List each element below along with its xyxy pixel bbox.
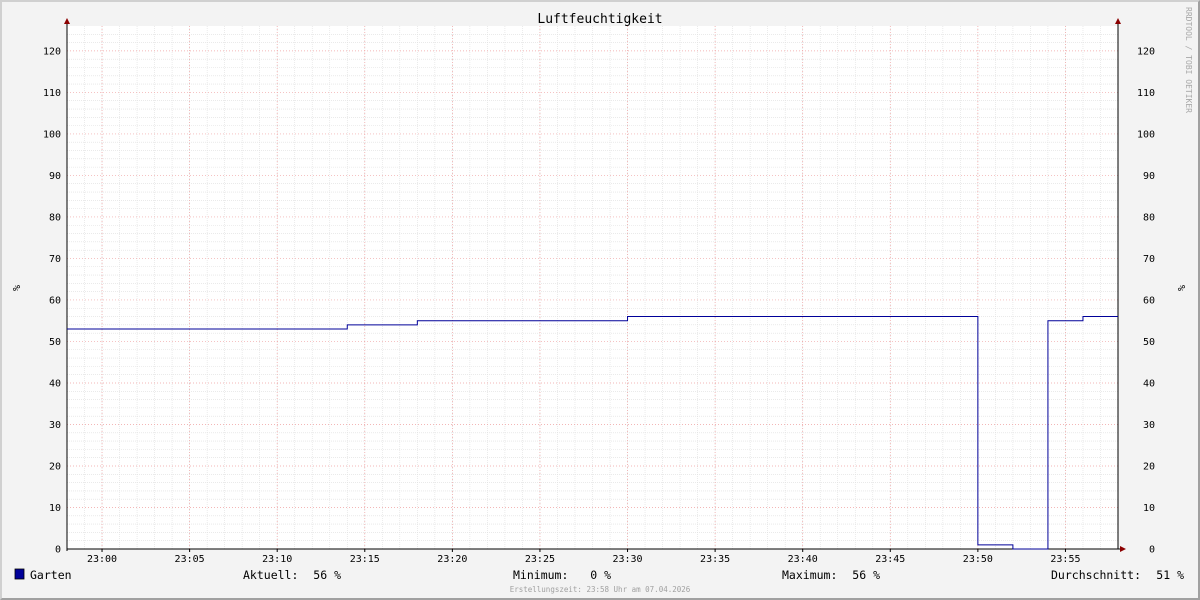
x-tick-label: 23:05 <box>175 554 205 565</box>
x-tick-label: 23:55 <box>1050 554 1080 565</box>
y-tick-label-right: 80 <box>1143 212 1155 223</box>
y-tick-label: 80 <box>49 212 61 223</box>
stat-minimum-label: Minimum: <box>513 568 568 582</box>
y-tick-label-right: 110 <box>1137 88 1155 99</box>
x-tick-label: 23:30 <box>612 554 642 565</box>
y-tick-label: 70 <box>49 254 61 265</box>
y-tick-label-right: 120 <box>1137 46 1155 57</box>
y-tick-label-right: 30 <box>1143 420 1155 431</box>
stat-minimum-value: 0 % <box>590 568 611 582</box>
y-tick-labels-left: 0 10 20 30 40 50 60 70 80 90 100 110 120 <box>43 46 61 555</box>
x-tick-label: 23:45 <box>875 554 905 565</box>
y-tick-label: 100 <box>43 129 61 140</box>
y-tick-label-right: 40 <box>1143 378 1155 389</box>
x-tick-label: 23:00 <box>87 554 117 565</box>
stat-maximum-label: Maximum: <box>782 568 837 582</box>
y-tick-label: 10 <box>49 503 61 514</box>
x-tick-label: 23:15 <box>350 554 380 565</box>
y-tick-label-right: 20 <box>1143 461 1155 472</box>
y-tick-label: 40 <box>49 378 61 389</box>
stat-average-value: 51 % <box>1156 568 1184 582</box>
stat-average-label: Durchschnitt: <box>1051 568 1141 582</box>
stat-current-value: 56 % <box>313 568 341 582</box>
x-tick-label: 23:40 <box>788 554 818 565</box>
y-tick-label: 60 <box>49 295 61 306</box>
x-tick-label: 23:20 <box>437 554 467 565</box>
chart-title: Luftfeuchtigkeit <box>537 12 662 27</box>
y-axis-label-right: % <box>1175 285 1186 291</box>
y-axis-label-left: % <box>10 285 21 291</box>
x-tick-label: 23:50 <box>963 554 993 565</box>
y-tick-label-right: 60 <box>1143 295 1155 306</box>
y-tick-label-right: 10 <box>1143 503 1155 514</box>
x-axis-arrow <box>1120 546 1126 552</box>
y-axis-arrow-left <box>64 18 70 24</box>
x-tick-label: 23:25 <box>525 554 555 565</box>
x-tick-labels: 23:00 23:05 23:10 23:15 23:20 23:25 23:30 23:35… <box>87 554 1081 565</box>
x-tick-label: 23:10 <box>262 554 292 565</box>
legend-swatch <box>14 568 25 580</box>
y-tick-label: 0 <box>55 545 61 556</box>
y-tick-labels-right: 0 10 20 30 40 50 60 70 80 90 100 110 120 <box>1137 46 1155 555</box>
x-tick-label: 23:35 <box>700 554 730 565</box>
humidity-chart: 0 10 20 30 40 50 60 70 80 90 100 110 120 0 10 20 30 40 50… <box>10 7 1193 594</box>
legend: Garten Aktuell: 56 % Minimum: 0 % Maximu… <box>14 568 1184 582</box>
y-tick-label-right: 70 <box>1143 254 1155 265</box>
y-tick-label-right: 100 <box>1137 129 1155 140</box>
rrdtool-watermark: RRDTOOL / TOBI OETIKER <box>1184 7 1193 113</box>
y-tick-label: 50 <box>49 337 61 348</box>
y-tick-label: 120 <box>43 46 61 57</box>
stat-maximum-value: 56 % <box>852 568 880 582</box>
creation-time-footer: Erstellungszeit: 23:58 Uhr am 07.04.2026 <box>510 585 691 594</box>
y-tick-label-right: 90 <box>1143 171 1155 182</box>
y-tick-label: 20 <box>49 461 61 472</box>
legend-series-name: Garten <box>30 568 72 582</box>
y-axis-arrow-right <box>1115 18 1121 24</box>
y-tick-label-right: 0 <box>1149 545 1155 556</box>
y-tick-label-right: 50 <box>1143 337 1155 348</box>
y-tick-label: 110 <box>43 88 61 99</box>
stat-current-label: Aktuell: <box>243 568 298 582</box>
y-tick-label: 90 <box>49 171 61 182</box>
y-tick-label: 30 <box>49 420 61 431</box>
